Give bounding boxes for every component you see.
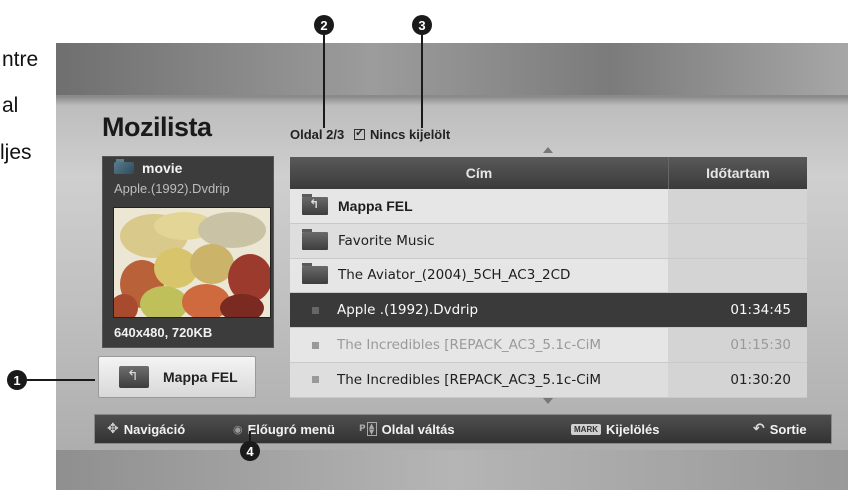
scroll-up-arrow-icon[interactable] <box>543 147 553 153</box>
nav-hint-page-change: P ▲ ▼ Oldal váltás <box>359 422 455 437</box>
row-name: The Incredibles [REPACK_AC3_5.1c-CiM <box>337 337 602 354</box>
page-indicator: Oldal 2/3 <box>290 127 345 142</box>
nav-hint-mark-label: Kijelölés <box>606 421 660 437</box>
preview-file-name: Apple.(1992).Dvdrip <box>114 181 230 196</box>
file-bullet-icon <box>312 306 319 314</box>
column-header-title[interactable]: Cím <box>290 157 668 189</box>
back-icon: ↶ <box>753 421 765 437</box>
page-key-label: P <box>359 424 366 434</box>
folder-up-button-label: Mappa FEL <box>163 369 238 385</box>
preview-file-info: 640x480, 720KB <box>114 325 213 340</box>
row-name: Favorite Music <box>338 232 435 249</box>
page-up-down-icon: P ▲ ▼ <box>359 422 377 436</box>
movie-list: Cím Időtartam Mappa FEL Favorite Music T… <box>290 157 807 398</box>
list-row-folder[interactable]: The Aviator_(2004)_5CH_AC3_2CD <box>290 258 807 294</box>
nav-hint-navigation: ✥ Navigáció <box>107 421 185 437</box>
scroll-down-arrow-icon[interactable] <box>543 398 553 404</box>
dpad-icon: ✥ <box>107 421 119 437</box>
list-row-file[interactable]: The Incredibles [REPACK_AC3_5.1c-CiM 01:… <box>290 328 807 363</box>
nav-hint-navigation-label: Navigáció <box>123 421 186 437</box>
preview-thumbnail <box>113 207 271 318</box>
callout-line-1 <box>27 379 95 381</box>
movie-folder-icon <box>114 159 134 174</box>
callout-marker-3: 3 <box>412 15 432 35</box>
row-name-cell: Apple .(1992).Dvdrip <box>290 302 668 318</box>
callout-marker-4: 4 <box>240 441 260 461</box>
row-name-cell: The Incredibles [REPACK_AC3_5.1c-CiM <box>290 337 668 353</box>
checkbox-icon <box>354 126 365 140</box>
row-duration <box>668 189 807 223</box>
file-bullet-icon <box>312 341 319 349</box>
folder-up-icon <box>119 366 149 388</box>
manual-side-text-3: ljes <box>0 141 32 164</box>
row-name-cell: The Aviator_(2004)_5CH_AC3_2CD <box>290 263 668 285</box>
list-row-folder-up[interactable]: Mappa FEL <box>290 189 807 224</box>
folder-icon <box>302 228 328 250</box>
row-name: Apple .(1992).Dvdrip <box>337 302 479 319</box>
list-header: Cím Időtartam <box>290 157 807 189</box>
folder-up-icon <box>302 193 328 215</box>
nav-hint-mark: MARK Kijelölés <box>571 422 659 437</box>
mark-key-icon: MARK <box>571 423 601 435</box>
page-title: Mozilista <box>102 112 212 142</box>
nav-hint-exit-label: Sortie <box>769 421 807 437</box>
list-row-file-selected[interactable]: Apple .(1992).Dvdrip 01:34:45 <box>290 293 807 329</box>
callout-marker-1: 1 <box>7 370 27 390</box>
folder-icon <box>302 263 328 285</box>
row-duration: 01:30:20 <box>668 362 807 397</box>
nav-hint-page-change-label: Oldal váltás <box>381 421 455 437</box>
row-name: The Incredibles [REPACK_AC3_5.1c-CiM <box>337 371 602 388</box>
manual-side-text-1: ntre <box>2 48 39 71</box>
row-name-cell: Favorite Music <box>290 228 668 250</box>
row-name: The Aviator_(2004)_5CH_AC3_2CD <box>338 267 571 284</box>
bottom-nav-bar: ✥ Navigáció ◉ Előugró menü P ▲ ▼ Oldal vá… <box>94 414 832 444</box>
row-duration <box>668 223 807 258</box>
row-name-cell: The Incredibles [REPACK_AC3_5.1c-CiM <box>290 372 668 388</box>
row-duration: 01:34:45 <box>668 293 807 328</box>
nav-hint-exit: ↶ Sortie <box>753 421 807 437</box>
list-row-folder[interactable]: Favorite Music <box>290 223 807 259</box>
manual-side-text-2: al <box>2 94 19 117</box>
list-row-file[interactable]: The Incredibles [REPACK_AC3_5.1c-CiM 01:… <box>290 362 807 398</box>
callout-line-3 <box>421 35 423 128</box>
callout-marker-2: 2 <box>314 15 334 35</box>
preview-folder: movie <box>102 159 274 176</box>
folder-up-button[interactable]: Mappa FEL <box>98 356 256 398</box>
mark-status: Nincs kijelölt <box>354 126 451 142</box>
row-duration <box>668 258 807 293</box>
ok-button-icon: ◉ <box>233 422 243 436</box>
file-bullet-icon <box>312 376 319 384</box>
column-header-duration[interactable]: Időtartam <box>668 157 807 189</box>
row-name: Mappa FEL <box>338 197 413 214</box>
fruit-basket-image <box>114 208 270 317</box>
mark-status-label: Nincs kijelölt <box>370 127 451 142</box>
row-duration: 01:15:30 <box>668 328 807 362</box>
nav-hint-popup-menu-label: Előugró menü <box>247 421 335 437</box>
callout-line-2 <box>323 35 325 128</box>
row-name-cell: Mappa FEL <box>290 193 668 215</box>
preview-folder-name: movie <box>142 160 183 176</box>
